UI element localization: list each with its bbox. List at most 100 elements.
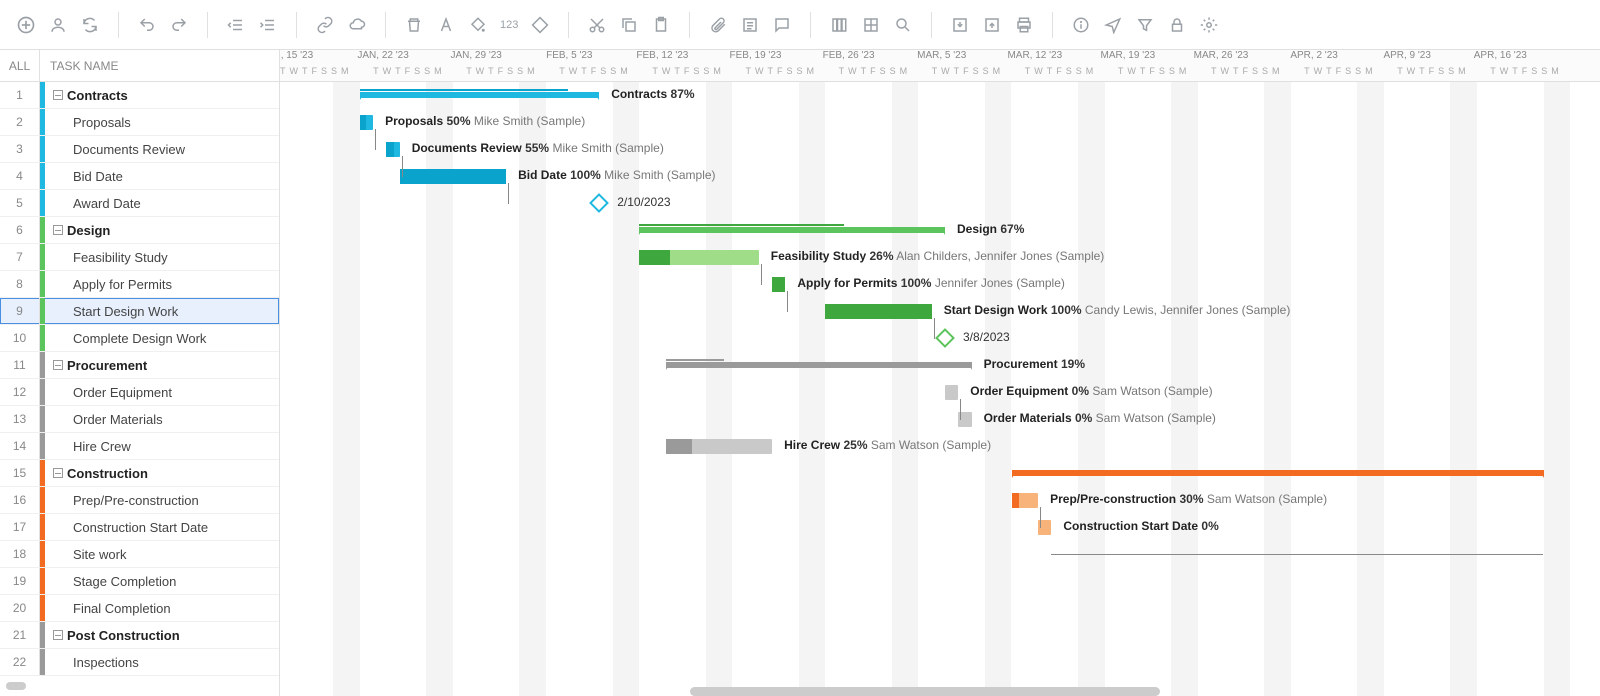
task-name-cell[interactable]: Start Design Work: [45, 304, 279, 319]
add-icon[interactable]: [16, 15, 36, 35]
row-number[interactable]: 8: [0, 271, 40, 297]
row-number[interactable]: 13: [0, 406, 40, 432]
row-number[interactable]: 14: [0, 433, 40, 459]
comment-icon[interactable]: [772, 15, 792, 35]
row-number[interactable]: 17: [0, 514, 40, 540]
row-number[interactable]: 12: [0, 379, 40, 405]
grid-icon[interactable]: [861, 15, 881, 35]
task-row[interactable]: 10 Complete Design Work: [0, 325, 279, 352]
gantt-summary-bar[interactable]: [639, 227, 945, 233]
task-name-cell[interactable]: Construction: [45, 466, 279, 481]
undo-icon[interactable]: [137, 15, 157, 35]
task-name-cell[interactable]: Complete Design Work: [45, 331, 279, 346]
import-icon[interactable]: [950, 15, 970, 35]
row-number[interactable]: 6: [0, 217, 40, 243]
row-number[interactable]: 20: [0, 595, 40, 621]
task-row[interactable]: 16 Prep/Pre-construction: [0, 487, 279, 514]
gantt-task-bar[interactable]: [945, 385, 958, 400]
task-row[interactable]: 18 Site work: [0, 541, 279, 568]
task-name-cell[interactable]: Documents Review: [45, 142, 279, 157]
task-name-cell[interactable]: Order Materials: [45, 412, 279, 427]
person-icon[interactable]: [48, 15, 68, 35]
filter-icon[interactable]: [1135, 15, 1155, 35]
row-number[interactable]: 9: [0, 298, 40, 324]
task-row[interactable]: 2 Proposals: [0, 109, 279, 136]
print-icon[interactable]: [1014, 15, 1034, 35]
horizontal-scrollbar[interactable]: [690, 687, 1160, 696]
task-row[interactable]: 13 Order Materials: [0, 406, 279, 433]
collapse-icon[interactable]: [53, 225, 63, 235]
task-name-cell[interactable]: Prep/Pre-construction: [45, 493, 279, 508]
cut-icon[interactable]: [587, 15, 607, 35]
fill-icon[interactable]: [468, 15, 488, 35]
task-row[interactable]: 1 Contracts: [0, 82, 279, 109]
task-name-cell[interactable]: Design: [45, 223, 279, 238]
task-name-cell[interactable]: Proposals: [45, 115, 279, 130]
gantt-milestone[interactable]: [589, 193, 609, 213]
task-name-cell[interactable]: Stage Completion: [45, 574, 279, 589]
zoom-icon[interactable]: [893, 15, 913, 35]
font-icon[interactable]: [436, 15, 456, 35]
paste-icon[interactable]: [651, 15, 671, 35]
row-number[interactable]: 7: [0, 244, 40, 270]
task-row[interactable]: 3 Documents Review: [0, 136, 279, 163]
copy-icon[interactable]: [619, 15, 639, 35]
task-row[interactable]: 22 Inspections: [0, 649, 279, 676]
collapse-icon[interactable]: [53, 360, 63, 370]
collapse-icon[interactable]: [53, 630, 63, 640]
collapse-icon[interactable]: [53, 90, 63, 100]
task-row[interactable]: 11 Procurement: [0, 352, 279, 379]
trash-icon[interactable]: [404, 15, 424, 35]
task-name-cell[interactable]: Post Construction: [45, 628, 279, 643]
list-icon[interactable]: [740, 15, 760, 35]
send-icon[interactable]: [1103, 15, 1123, 35]
task-name-cell[interactable]: Feasibility Study: [45, 250, 279, 265]
outdent-icon[interactable]: [226, 15, 246, 35]
row-number[interactable]: 10: [0, 325, 40, 351]
row-number[interactable]: 3: [0, 136, 40, 162]
row-number[interactable]: 21: [0, 622, 40, 648]
task-row[interactable]: 9 Start Design Work: [0, 298, 279, 325]
row-number[interactable]: 5: [0, 190, 40, 216]
row-number[interactable]: 1: [0, 82, 40, 108]
lock-icon[interactable]: [1167, 15, 1187, 35]
task-row[interactable]: 6 Design: [0, 217, 279, 244]
export-icon[interactable]: [982, 15, 1002, 35]
task-name-cell[interactable]: Award Date: [45, 196, 279, 211]
row-number[interactable]: 22: [0, 649, 40, 675]
task-name-cell[interactable]: Construction Start Date: [45, 520, 279, 535]
task-row[interactable]: 15Construction: [0, 460, 279, 487]
task-row[interactable]: 20Final Completion: [0, 595, 279, 622]
row-number[interactable]: 11: [0, 352, 40, 378]
task-name-cell[interactable]: Site work: [45, 547, 279, 562]
row-number[interactable]: 4: [0, 163, 40, 189]
row-number[interactable]: 2: [0, 109, 40, 135]
refresh-icon[interactable]: [80, 15, 100, 35]
task-row[interactable]: 7 Feasibility Study: [0, 244, 279, 271]
task-row[interactable]: 5 Award Date: [0, 190, 279, 217]
shape-icon[interactable]: [530, 15, 550, 35]
link-icon[interactable]: [315, 15, 335, 35]
task-row[interactable]: 12 Order Equipment: [0, 379, 279, 406]
task-row[interactable]: 21 Post Construction: [0, 622, 279, 649]
row-number[interactable]: 19: [0, 568, 40, 594]
column-task-name[interactable]: TASK NAME: [40, 59, 279, 73]
task-row[interactable]: 8Apply for Permits: [0, 271, 279, 298]
task-name-cell[interactable]: Bid Date: [45, 169, 279, 184]
indent-icon[interactable]: [258, 15, 278, 35]
gantt-summary-bar[interactable]: [666, 362, 972, 368]
collapse-icon[interactable]: [53, 468, 63, 478]
task-name-cell[interactable]: Hire Crew: [45, 439, 279, 454]
number-format-label[interactable]: 123: [500, 19, 518, 31]
task-name-cell[interactable]: Order Equipment: [45, 385, 279, 400]
task-name-cell[interactable]: Inspections: [45, 655, 279, 670]
all-filter-button[interactable]: ALL: [0, 50, 40, 81]
redo-icon[interactable]: [169, 15, 189, 35]
row-number[interactable]: 18: [0, 541, 40, 567]
row-number[interactable]: 16: [0, 487, 40, 513]
task-name-cell[interactable]: Procurement: [45, 358, 279, 373]
settings-icon[interactable]: [1199, 15, 1219, 35]
gantt-summary-bar[interactable]: [1012, 470, 1544, 476]
attach-icon[interactable]: [708, 15, 728, 35]
task-name-cell[interactable]: Contracts: [45, 88, 279, 103]
